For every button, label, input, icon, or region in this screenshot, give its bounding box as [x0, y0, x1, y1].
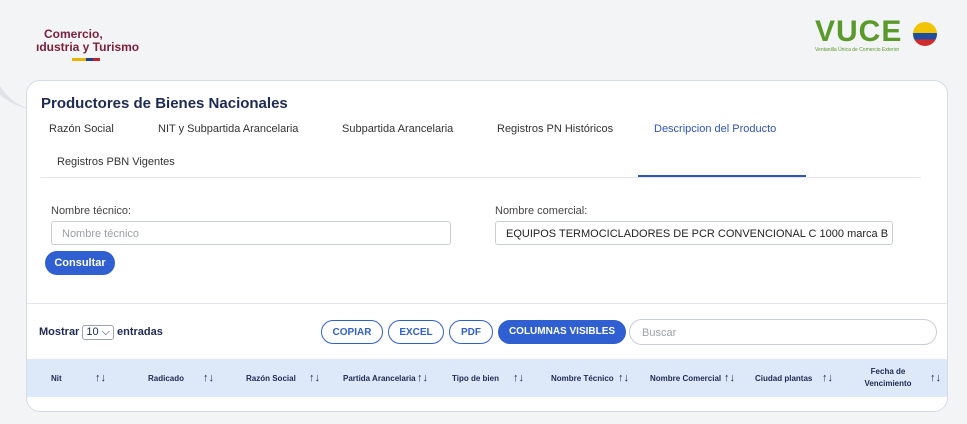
globe-icon: [913, 22, 937, 46]
show-suffix: entradas: [117, 326, 163, 338]
logo-line-2: ıdustria y Turismo: [36, 40, 140, 54]
sort-arrows-icon[interactable]: ↑↓: [95, 359, 106, 397]
sort-arrows-icon[interactable]: ↑↓: [513, 359, 524, 397]
pdf-button[interactable]: PDF: [449, 320, 493, 344]
th-nit[interactable]: Nit: [51, 359, 62, 397]
tab-subpartida[interactable]: Subpartida Arancelaria: [342, 123, 453, 135]
tab-registros-historicos[interactable]: Registros PN Históricos: [497, 123, 613, 135]
logo-flag-bar: [72, 58, 100, 61]
nombre-comercial-label: Nombre comercial:: [495, 205, 588, 217]
copiar-button[interactable]: COPIAR: [321, 320, 383, 344]
page-size-value: 10: [86, 326, 99, 338]
th-ciudad-plantas[interactable]: Ciudad plantas: [755, 359, 812, 397]
sort-arrows-icon[interactable]: ↑↓: [618, 359, 629, 397]
columnas-visibles-button[interactable]: COLUMNAS VISIBLES: [498, 320, 626, 344]
th-nombre-comercial[interactable]: Nombre Comercial: [650, 359, 721, 397]
sort-arrows-icon[interactable]: ↑↓: [822, 359, 833, 397]
vuce-logo-word: VUCE: [815, 15, 903, 48]
nombre-comercial-input[interactable]: EQUIPOS TERMOCICLADORES DE PCR CONVENCIO…: [495, 221, 893, 245]
th-fecha-vencimiento[interactable]: Fecha de Vencimiento: [863, 359, 913, 397]
section-divider: [27, 303, 947, 304]
ministry-logo: Comercio, ıdustria y Turismo: [36, 28, 139, 61]
th-razon-social[interactable]: Razón Social: [246, 359, 296, 397]
vuce-logo: VUCE Ventanilla Única de Comercio Exteri…: [815, 15, 937, 53]
consultar-button[interactable]: Consultar: [45, 251, 115, 275]
page-size-control: Mostrar 10 ⌵ entradas: [39, 325, 163, 340]
sort-arrows-icon[interactable]: ↑↓: [309, 359, 320, 397]
th-radicado[interactable]: Radicado: [148, 359, 184, 397]
tab-registros-vigentes[interactable]: Registros PBN Vigentes: [57, 156, 175, 168]
tab-descripcion-producto[interactable]: Descripcion del Producto: [654, 123, 776, 135]
tab-nit-subpartida[interactable]: NIT y Subpartida Arancelaria: [158, 123, 298, 135]
sort-arrows-icon[interactable]: ↑↓: [203, 359, 214, 397]
sort-arrows-icon[interactable]: ↑↓: [417, 359, 428, 397]
search-input[interactable]: Buscar: [629, 319, 937, 345]
tabs-divider: [41, 177, 921, 178]
show-prefix: Mostrar: [39, 326, 80, 338]
th-tipo-de-bien[interactable]: Tipo de bien: [452, 359, 499, 397]
page-size-select[interactable]: 10 ⌵: [82, 325, 114, 340]
table-header: Nit ↑↓ Radicado ↑↓ Razón Social ↑↓ Parti…: [27, 359, 947, 397]
sort-arrows-icon[interactable]: ↑↓: [724, 359, 735, 397]
chevron-down-icon: ⌵: [101, 326, 110, 338]
th-nombre-tecnico[interactable]: Nombre Técnico: [551, 359, 614, 397]
vuce-logo-subtitle: Ventanilla Única de Comercio Exterior: [815, 47, 900, 53]
sort-arrows-icon[interactable]: ↑↓: [930, 359, 941, 397]
main-card: Productores de Bienes Nacionales Razón S…: [26, 80, 948, 412]
app-frame: Comercio, ıdustria y Turismo VUCE Ventan…: [0, 0, 967, 424]
nombre-tecnico-input[interactable]: Nombre técnico: [51, 221, 451, 245]
tab-razon-social[interactable]: Razón Social: [49, 123, 114, 135]
excel-button[interactable]: EXCEL: [388, 320, 444, 344]
nombre-tecnico-label: Nombre técnico:: [51, 205, 132, 217]
th-partida-arancelaria[interactable]: Partida Arancelaria: [343, 359, 416, 397]
page-title: Productores de Bienes Nacionales: [41, 95, 288, 112]
